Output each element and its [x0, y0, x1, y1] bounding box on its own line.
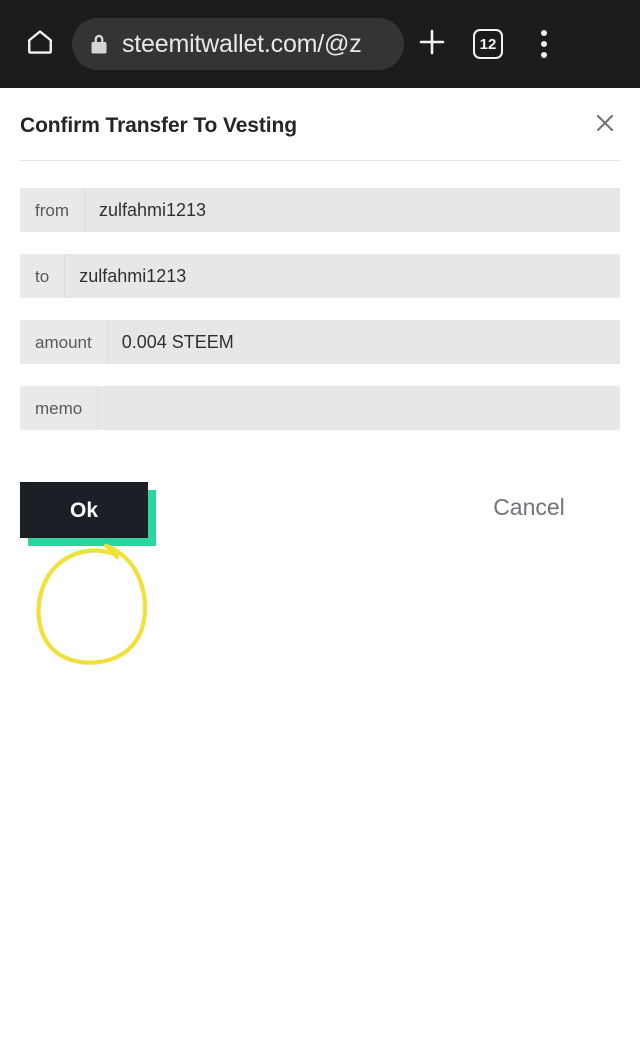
field-label-to: to [20, 254, 66, 298]
cancel-button[interactable]: Cancel [458, 496, 600, 519]
dialog-header: Confirm Transfer To Vesting [20, 104, 620, 146]
tab-count-label: 12 [479, 35, 497, 53]
browser-menu-button[interactable] [516, 16, 572, 72]
confirm-button-label: Ok [69, 498, 98, 522]
home-icon [25, 27, 55, 62]
tab-switcher-button[interactable]: 12 [460, 16, 516, 72]
header-divider [20, 160, 620, 161]
field-label-from: from [20, 188, 85, 232]
field-label-amount: amount [20, 320, 108, 364]
dialog-actions: Ok Cancel [0, 470, 640, 590]
field-value-amount[interactable]: 0.004 STEEM [107, 320, 620, 364]
browser-toolbar: steemitwallet.com/@z 12 [0, 0, 640, 88]
tab-counter-icon: 12 [473, 29, 503, 59]
form-row-from: from zulfahmi1213 [20, 188, 620, 232]
new-tab-button[interactable] [404, 16, 460, 72]
field-value-from[interactable]: zulfahmi1213 [85, 188, 620, 232]
address-bar[interactable]: steemitwallet.com/@z [72, 18, 404, 70]
kebab-menu-icon [541, 30, 547, 58]
address-bar-url: steemitwallet.com/@z [122, 31, 362, 57]
form-row-amount: amount 0.004 STEEM [20, 320, 620, 364]
field-value-to[interactable]: zulfahmi1213 [65, 254, 620, 298]
close-icon [594, 112, 616, 139]
form-row-to: to zulfahmi1213 [20, 254, 620, 298]
close-button[interactable] [588, 108, 622, 142]
plus-icon [416, 26, 448, 63]
confirm-button-wrap: Ok [20, 482, 156, 546]
field-value-memo[interactable] [98, 386, 620, 430]
field-label-memo: memo [20, 386, 99, 430]
home-button[interactable] [14, 18, 66, 70]
transfer-form: from zulfahmi1213 to zulfahmi1213 amount… [20, 188, 620, 452]
page-content: Confirm Transfer To Vesting from zulfahm… [0, 88, 640, 1061]
lock-icon [88, 31, 110, 57]
form-row-memo: memo [20, 386, 620, 430]
page-title: Confirm Transfer To Vesting [20, 113, 297, 137]
confirm-button[interactable]: Ok [20, 482, 148, 538]
